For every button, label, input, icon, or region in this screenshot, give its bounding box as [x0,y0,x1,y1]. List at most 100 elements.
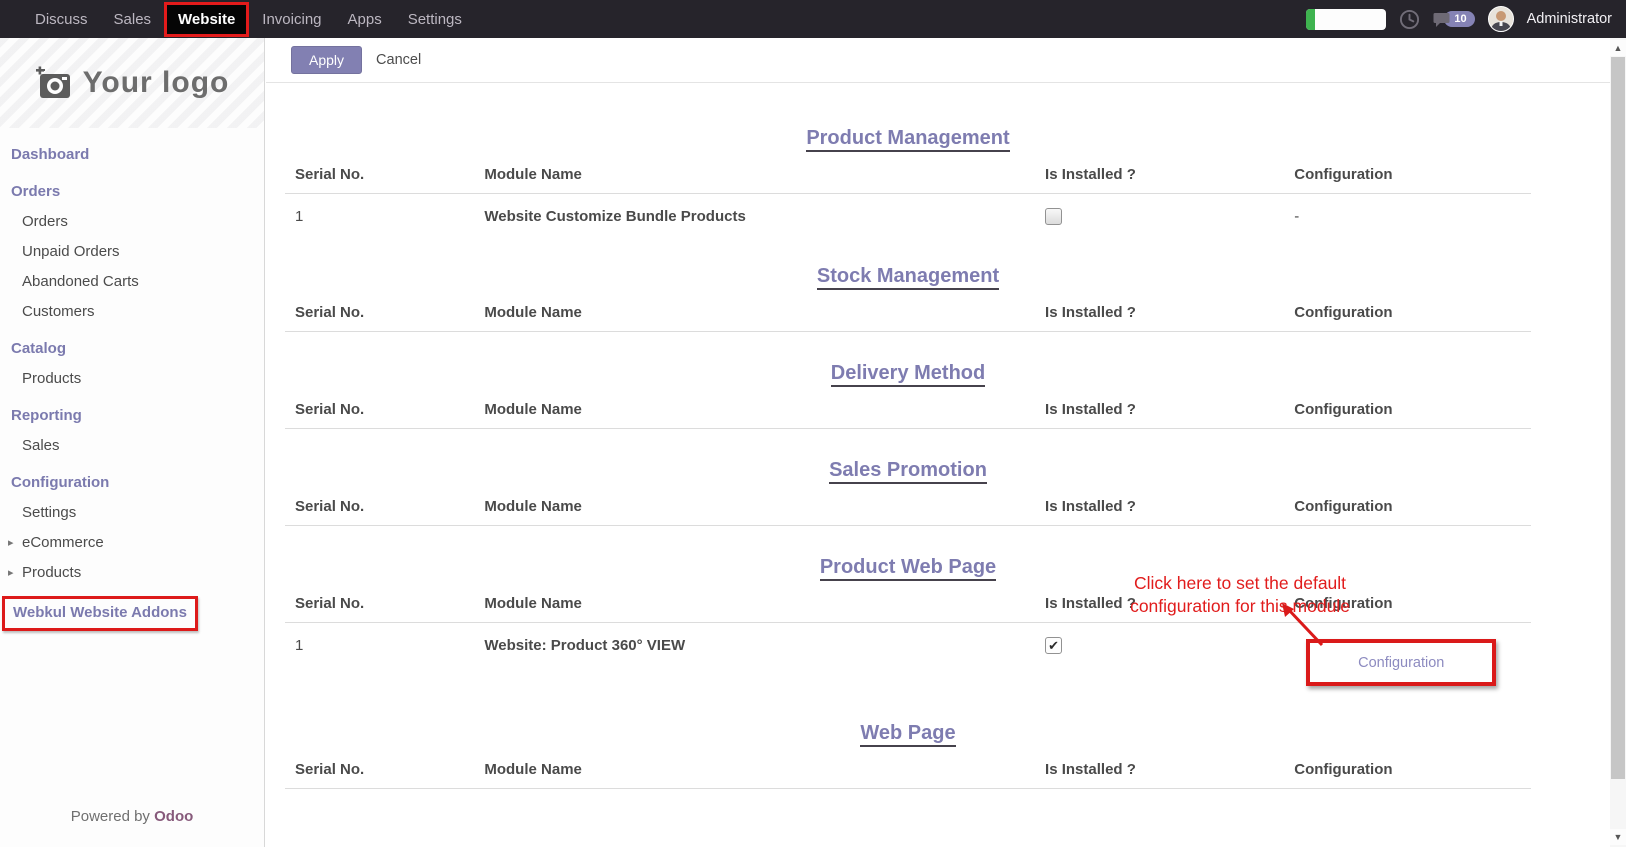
sidebar-section-orders: Orders [0,177,264,207]
sidebar-item-label: Customers [22,303,95,320]
table-header-row: Serial No.Module NameIs Installed ?Confi… [285,751,1531,789]
column-header: Module Name [484,166,1045,183]
column-header: Configuration [1294,498,1531,515]
section-title-link[interactable]: Product Management [806,127,1009,152]
annotation-note: Click here to set the defaultconfigurati… [1075,572,1405,618]
recording-progress-bar [1306,9,1386,30]
sidebar-item-orders[interactable]: Orders [0,207,264,237]
column-header: Module Name [484,761,1045,778]
column-header: Serial No. [285,401,484,418]
sidebar-item-ecommerce[interactable]: ▸eCommerce [0,528,264,558]
topbar-right-tools: 10 Administrator [1306,0,1626,38]
column-header: Is Installed ? [1045,401,1294,418]
column-header: Module Name [484,304,1045,321]
sidebar-section-catalog: Catalog [0,334,264,364]
sidebar-item-dashboard[interactable]: Dashboard [0,140,264,170]
section-title-link[interactable]: Web Page [860,722,955,747]
table-header-row: Serial No.Module NameIs Installed ?Confi… [285,156,1531,194]
menu-item-invoicing[interactable]: Invoicing [249,2,334,37]
chat-bubble-icon [1433,12,1450,27]
sidebar-item-settings[interactable]: Settings [0,498,264,528]
section-title-link[interactable]: Product Web Page [820,556,996,581]
logo-placeholder[interactable]: Your logo [0,38,264,128]
sidebar-item-label: Catalog [11,340,66,357]
sidebar-section-reporting: Reporting [0,401,264,431]
sidebar-item-label: Dashboard [11,146,89,163]
module-name-cell: Website: Product 360° VIEW [484,637,1045,686]
user-menu[interactable]: Administrator [1527,11,1612,27]
installed-checkbox[interactable] [1045,208,1062,225]
user-avatar[interactable] [1488,6,1514,32]
scroll-up-button[interactable]: ▲ [1610,40,1626,56]
avatar-image [1489,7,1513,31]
column-header: Serial No. [285,166,484,183]
menu-item-settings[interactable]: Settings [395,2,475,37]
sidebar-item-label: Configuration [11,474,109,491]
menu-item-apps[interactable]: Apps [335,2,395,37]
scroll-down-button[interactable]: ▼ [1610,829,1626,845]
column-header: Serial No. [285,761,484,778]
module-section: Stock Management Serial No.Module NameIs … [285,265,1531,332]
logo-text: Your logo [83,66,230,100]
sidebar-item-abandoned-carts[interactable]: Abandoned Carts [0,267,264,297]
table-header-row: Serial No.Module NameIs Installed ?Confi… [285,488,1531,526]
column-header: Serial No. [285,498,484,515]
configuration-cell: Configuration [1294,637,1531,686]
module-section: Sales Promotion Serial No.Module NameIs I… [285,459,1531,526]
chevron-right-icon[interactable]: ▸ [8,528,14,558]
column-header: Is Installed ? [1045,304,1294,321]
powered-by-text: Powered by [71,808,150,825]
column-header: Is Installed ? [1045,498,1294,515]
column-header: Configuration [1294,304,1531,321]
module-section: Product Management Serial No.Module NameI… [285,127,1531,235]
top-navigation-bar: DiscussSalesWebsiteInvoicingAppsSettings… [0,0,1626,38]
menu-item-sales[interactable]: Sales [101,2,165,37]
column-header: Is Installed ? [1045,166,1294,183]
sidebar-item-label: Orders [22,213,68,230]
column-header: Module Name [484,595,1045,612]
vertical-scrollbar[interactable]: ▲ ▼ [1610,38,1626,847]
camera-icon [35,66,73,100]
module-name-cell: Website Customize Bundle Products [484,208,1045,229]
column-header: Is Installed ? [1045,761,1294,778]
odoo-brand-link[interactable]: Odoo [154,808,193,825]
menu-item-discuss[interactable]: Discuss [22,2,101,37]
sidebar-item-label: Abandoned Carts [22,273,139,290]
sidebar-item-sales[interactable]: Sales [0,431,264,461]
apply-button[interactable]: Apply [291,46,362,74]
sidebar-item-products[interactable]: ▸Products [0,558,264,588]
column-header: Configuration [1294,761,1531,778]
chevron-right-icon[interactable]: ▸ [8,558,14,588]
section-title-link[interactable]: Delivery Method [831,362,985,387]
sidebar-item-customers[interactable]: Customers [0,297,264,327]
installed-checkbox[interactable]: ✔ [1045,637,1062,654]
section-title-link[interactable]: Stock Management [817,265,999,290]
config-cell-value: - [1294,208,1299,225]
module-sections-container: Product ManagementSerial No.Module NameI… [285,83,1531,789]
scrollbar-thumb[interactable] [1611,57,1625,779]
sidebar-item-products[interactable]: Products [0,364,264,394]
app-menu: DiscussSalesWebsiteInvoicingAppsSettings [0,0,475,38]
column-header: Serial No. [285,595,484,612]
serial-cell: 1 [285,208,484,229]
column-header: Configuration [1294,166,1531,183]
cancel-button[interactable]: Cancel [376,52,421,68]
messages-indicator[interactable]: 10 [1433,11,1474,27]
annotation-line1: Click here to set the default [1134,573,1346,593]
clock-icon[interactable] [1399,9,1420,30]
section-title-link[interactable]: Sales Promotion [829,459,987,484]
sidebar-item-label: Unpaid Orders [22,243,120,260]
menu-item-website[interactable]: Website [164,2,249,37]
configuration-cell: - [1294,208,1531,229]
sidebar-item-label: Sales [22,437,60,454]
module-section: Web Page Serial No.Module NameIs Installe… [285,722,1531,789]
sidebar-item-unpaid-orders[interactable]: Unpaid Orders [0,237,264,267]
sidebar-item-label: Settings [22,504,76,521]
sidebar-section-configuration: Configuration [0,468,264,498]
configuration-button[interactable]: Configuration [1358,655,1444,671]
column-header: Serial No. [285,304,484,321]
sidebar: Your logo Dashboard Orders Orders Unpaid Or… [0,38,265,847]
sidebar-item-label: Reporting [11,407,82,424]
form-toolbar: Apply Cancel [266,38,1610,83]
sidebar-item-webkul-website-addons[interactable]: Webkul Website Addons [2,596,198,631]
